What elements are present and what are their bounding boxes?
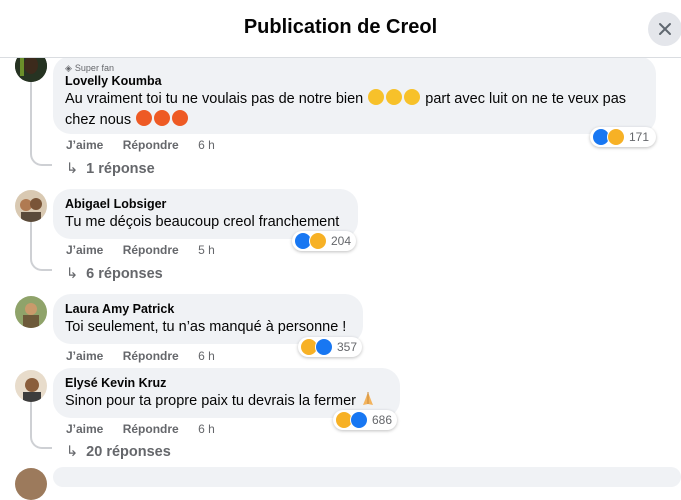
close-button[interactable] (648, 12, 681, 46)
avatar[interactable] (15, 468, 47, 500)
reply-button[interactable]: Répondre (123, 243, 179, 257)
reaction-count: 686 (372, 413, 393, 427)
like-button[interactable]: J’aime (66, 243, 103, 257)
comment-actions: J’aime Répondre 6 h (66, 349, 231, 363)
reply-arrow-icon: ↳ (66, 444, 79, 460)
view-replies-link[interactable]: ↳ 1 réponse (66, 161, 155, 177)
praying-hands-emoji (361, 391, 375, 407)
super-fan-badge: ◈ Super fan (65, 63, 114, 73)
avatar[interactable] (15, 296, 47, 328)
like-button[interactable]: J’aime (66, 422, 103, 436)
comment-actions: J’aime Répondre 6 h (66, 422, 231, 436)
avatar[interactable] (15, 370, 47, 402)
thread-curve (30, 150, 52, 166)
close-icon (659, 23, 671, 35)
comment-author[interactable]: Lovelly Koumba (65, 73, 644, 89)
like-reaction-icon (350, 411, 368, 429)
comment-time: 6 h (198, 349, 215, 363)
haha-reaction-icon (607, 128, 625, 146)
reaction-summary[interactable]: 686 (333, 410, 397, 430)
reaction-summary[interactable]: 357 (298, 337, 362, 357)
angry-emoji (172, 110, 189, 126)
comment-text: Au vraiment toi tu ne voulais pas de not… (65, 89, 627, 107)
laughing-emoji (368, 89, 385, 105)
comment-actions: J’aime Répondre 5 h (66, 243, 231, 257)
comment-author[interactable]: Abigael Lobsiger (65, 196, 346, 212)
reaction-count: 204 (331, 234, 352, 248)
comment-author[interactable]: Laura Amy Patrick (65, 301, 351, 317)
angry-emoji (136, 110, 153, 126)
view-replies-link[interactable]: ↳ 20 réponses (66, 444, 171, 460)
thread-line (30, 222, 32, 257)
reply-arrow-icon: ↳ (66, 266, 79, 282)
view-replies-link[interactable]: ↳ 6 réponses (66, 266, 163, 282)
post-header: Publication de Creol (0, 0, 681, 58)
like-button[interactable]: J’aime (66, 138, 103, 152)
page-title: Publication de Creol (243, 16, 438, 38)
comment-text: Tu me déçois beaucoup creol franchement (65, 214, 340, 230)
reply-button[interactable]: Répondre (123, 349, 179, 363)
super-fan-diamond-icon: ◈ (65, 63, 72, 73)
comment-time: 6 h (198, 422, 215, 436)
comment-actions: J’aime Répondre 6 h (66, 138, 231, 152)
like-button[interactable]: J’aime (66, 349, 103, 363)
thread-curve (30, 255, 52, 271)
haha-reaction-icon (309, 232, 327, 250)
comment-bubble: ◈ Super fan Lovelly Koumba Au vraiment to… (53, 56, 656, 134)
comment-author[interactable]: Elysé Kevin Kruz (65, 375, 388, 391)
laughing-emoji (386, 89, 403, 105)
comment-text: chez nous (65, 110, 644, 131)
reaction-count: 357 (337, 340, 358, 354)
laughing-emoji (404, 89, 421, 105)
reply-button[interactable]: Répondre (123, 138, 179, 152)
comment-text: Sinon pour ta propre paix tu devrais la … (65, 391, 388, 412)
reply-arrow-icon: ↳ (66, 161, 79, 177)
comment-text: Toi seulement, tu n’as manqué à personne… (65, 319, 347, 335)
comment-bubble (53, 467, 681, 487)
thread-line (30, 400, 32, 435)
reaction-summary[interactable]: 204 (292, 231, 356, 251)
thread-curve (30, 433, 52, 449)
like-reaction-icon (315, 338, 333, 356)
comment-time: 5 h (198, 243, 215, 257)
angry-emoji (154, 110, 171, 126)
reaction-summary[interactable]: 171 (590, 127, 656, 147)
reaction-count: 171 (629, 130, 650, 144)
avatar[interactable] (15, 190, 47, 222)
thread-line (30, 82, 32, 152)
comment-time: 6 h (198, 138, 215, 152)
reply-button[interactable]: Répondre (123, 422, 179, 436)
